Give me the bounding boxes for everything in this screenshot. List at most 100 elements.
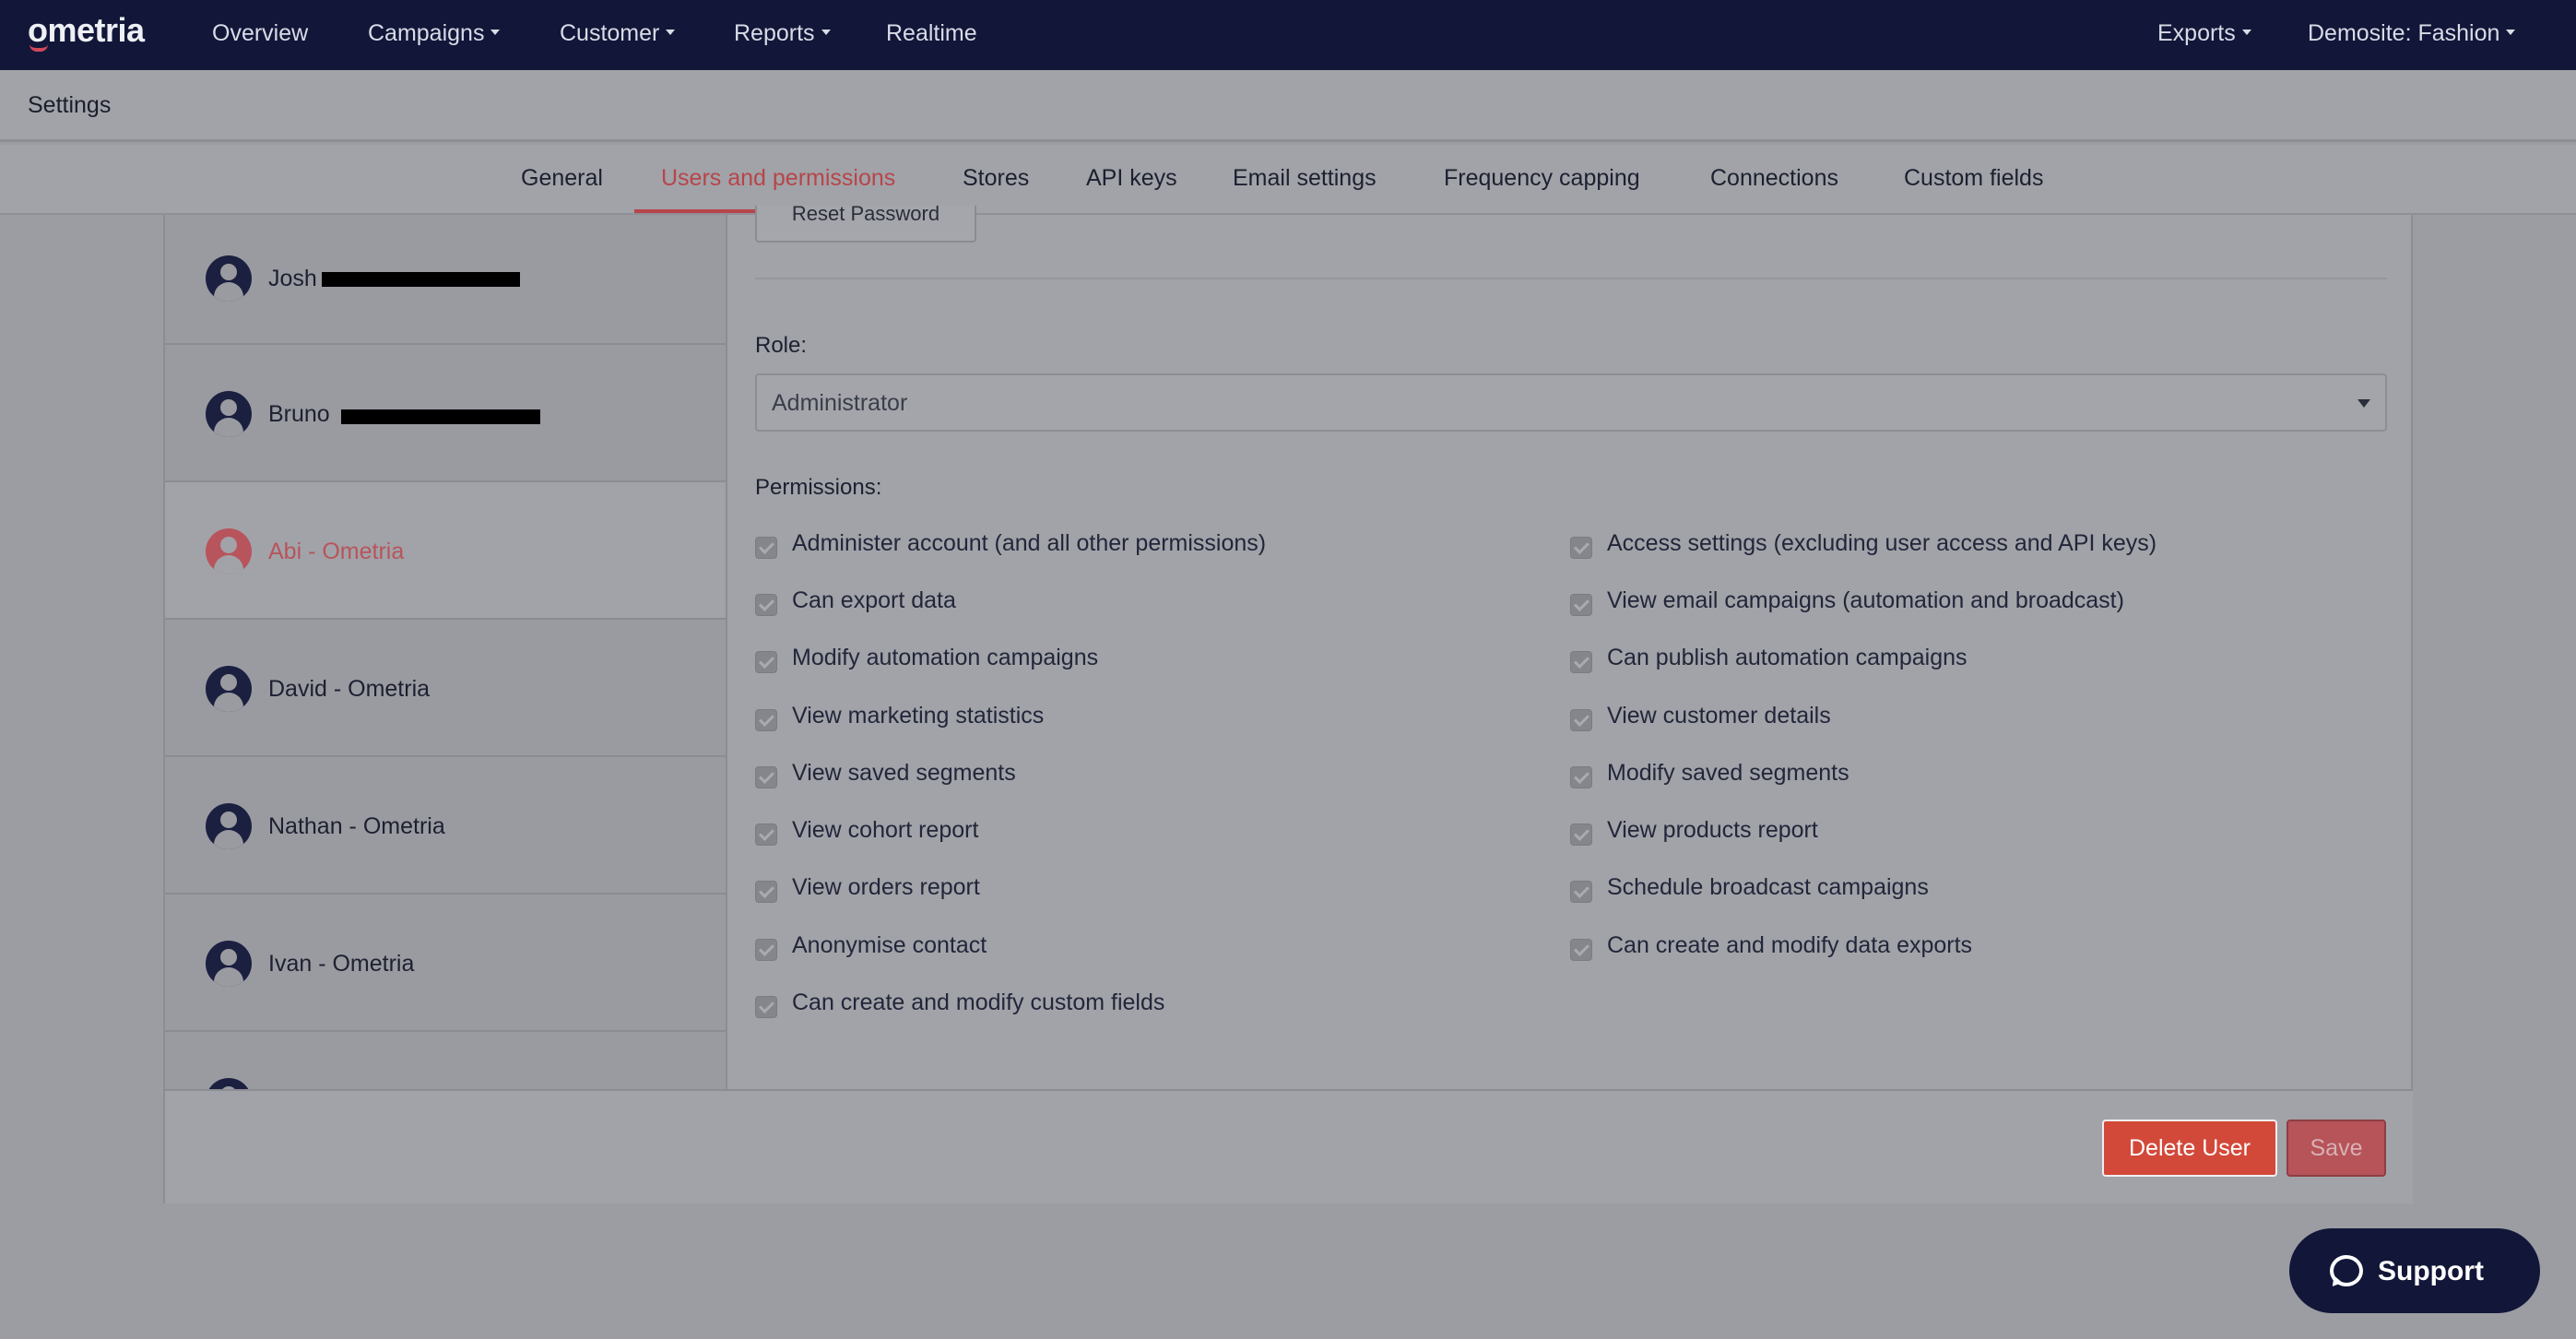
permission-label: Anonymise contact [792, 932, 987, 958]
permission-label: View orders report [792, 874, 980, 900]
reset-password-button[interactable]: Reset Password [755, 206, 976, 243]
permission-checkbox[interactable] [755, 709, 777, 731]
user-avatar-icon [206, 528, 252, 575]
support-button[interactable]: Support [2289, 1228, 2540, 1313]
user-item[interactable]: Josh [165, 215, 726, 345]
permission-checkbox[interactable] [755, 594, 777, 616]
caret-down-icon [2506, 30, 2516, 36]
permission-checkbox[interactable] [1570, 766, 1592, 788]
nav-realtime[interactable]: Realtime [886, 20, 977, 47]
tab-email-settings[interactable]: Email settings [1233, 165, 1377, 192]
user-name: Bruno [268, 401, 330, 427]
nav-campaigns[interactable]: Campaigns [368, 20, 501, 47]
permission-checkbox[interactable] [755, 824, 777, 846]
permission-label: View customer details [1607, 703, 1831, 729]
nav-realtime-label: Realtime [886, 20, 977, 46]
permission-checkbox[interactable] [755, 537, 777, 559]
permission-label: Can export data [792, 587, 956, 613]
user-item[interactable]: Bruno [165, 345, 726, 482]
chevron-down-icon [2357, 399, 2370, 408]
nav-reports[interactable]: Reports [734, 20, 831, 47]
nav-reports-label: Reports [734, 20, 815, 46]
settings-header: Settings [0, 70, 2576, 142]
user-avatar-icon [206, 391, 252, 437]
page-title: Settings [28, 92, 112, 118]
tab-connections[interactable]: Connections [1710, 165, 1838, 192]
support-label: Support [2378, 1256, 2484, 1286]
user-name: Josh [268, 266, 317, 291]
permission-checkbox[interactable] [1570, 824, 1592, 846]
permission-checkbox[interactable] [1570, 881, 1592, 903]
permission-label: Can create and modify data exports [1607, 932, 1973, 958]
role-label: Role: [755, 333, 808, 358]
tab-general[interactable]: General [521, 165, 603, 192]
permission-label: View products report [1607, 817, 1818, 843]
caret-down-icon [821, 30, 831, 36]
permission-checkbox[interactable] [1570, 651, 1592, 673]
user-name: Ivan - Ometria [268, 951, 415, 977]
permissions-label: Permissions: [755, 475, 882, 500]
nav-account-switcher[interactable]: Demosite: Fashion [2308, 20, 2516, 47]
user-item-partial[interactable] [165, 1032, 726, 1089]
permission-checkbox[interactable] [1570, 709, 1592, 731]
user-list[interactable]: Josh Bruno Abi - Ometria David - Ometria… [165, 215, 727, 1089]
divider [755, 278, 2387, 279]
tab-users-and-permissions[interactable]: Users and permissions [661, 165, 895, 192]
user-avatar-icon [206, 941, 252, 987]
permission-checkbox[interactable] [755, 651, 777, 673]
permission-checkbox[interactable] [1570, 939, 1592, 961]
redaction-bar [322, 272, 520, 287]
permission-label: Access settings (excluding user access a… [1607, 530, 2157, 556]
card-footer: Delete User Save [165, 1089, 2413, 1203]
user-avatar-icon [206, 1078, 252, 1089]
user-item[interactable]: Nathan - Ometria [165, 757, 726, 895]
user-name: David - Ometria [268, 676, 431, 702]
nav-overview[interactable]: Overview [212, 20, 308, 47]
user-detail-panel: Reset Password Role: Administrator Permi… [727, 206, 2413, 1089]
permission-checkbox[interactable] [1570, 537, 1592, 559]
nav-customer[interactable]: Customer [560, 20, 676, 47]
save-button[interactable]: Save [2286, 1120, 2386, 1177]
nav-overview-label: Overview [212, 20, 309, 46]
user-name: Abi - Ometria [268, 539, 405, 564]
delete-user-button[interactable]: Delete User [2102, 1120, 2277, 1177]
permission-label: Administer account (and all other permis… [792, 530, 1267, 556]
permission-label: View cohort report [792, 817, 979, 843]
caret-down-icon [666, 30, 676, 36]
caret-down-icon [490, 30, 501, 36]
permission-label: Modify saved segments [1607, 760, 1849, 786]
permission-label: Can publish automation campaigns [1607, 645, 1967, 670]
permission-label: Schedule broadcast campaigns [1607, 874, 1929, 900]
tab-frequency-capping[interactable]: Frequency capping [1444, 165, 1640, 192]
user-name: Nathan - Ometria [268, 813, 445, 839]
permission-label: View email campaigns (automation and bro… [1607, 587, 2124, 613]
permission-checkbox[interactable] [755, 939, 777, 961]
user-avatar-icon [206, 255, 252, 302]
logo-underline [30, 44, 48, 52]
settings-tabs: General Users and permissions Stores API… [0, 145, 2576, 215]
tab-custom-fields[interactable]: Custom fields [1904, 165, 2043, 192]
nav-customer-label: Customer [560, 20, 660, 46]
permission-label: Can create and modify custom fields [792, 989, 1165, 1015]
permission-checkbox[interactable] [755, 766, 777, 788]
permission-checkbox[interactable] [755, 881, 777, 903]
user-avatar-icon [206, 803, 252, 849]
role-select[interactable]: Administrator [755, 373, 2387, 432]
role-select-value: Administrator [772, 390, 908, 416]
tab-api-keys[interactable]: API keys [1086, 165, 1177, 192]
caret-down-icon [2241, 30, 2251, 36]
permission-checkbox[interactable] [1570, 594, 1592, 616]
tab-stores[interactable]: Stores [963, 165, 1029, 192]
nav-campaigns-label: Campaigns [368, 20, 485, 46]
user-item[interactable]: Ivan - Ometria [165, 895, 726, 1032]
top-navigation: ometria Overview Campaigns Customer Repo… [0, 0, 2576, 70]
nav-account-label: Demosite: Fashion [2308, 20, 2500, 46]
permission-checkbox[interactable] [755, 996, 777, 1018]
permission-label: View marketing statistics [792, 703, 1045, 729]
user-item[interactable]: David - Ometria [165, 620, 726, 757]
nav-exports[interactable]: Exports [2157, 20, 2251, 47]
users-card: Josh Bruno Abi - Ometria David - Ometria… [163, 206, 2413, 1203]
permission-label: View saved segments [792, 760, 1016, 786]
user-avatar-icon [206, 666, 252, 712]
user-item-active[interactable]: Abi - Ometria [165, 482, 726, 620]
